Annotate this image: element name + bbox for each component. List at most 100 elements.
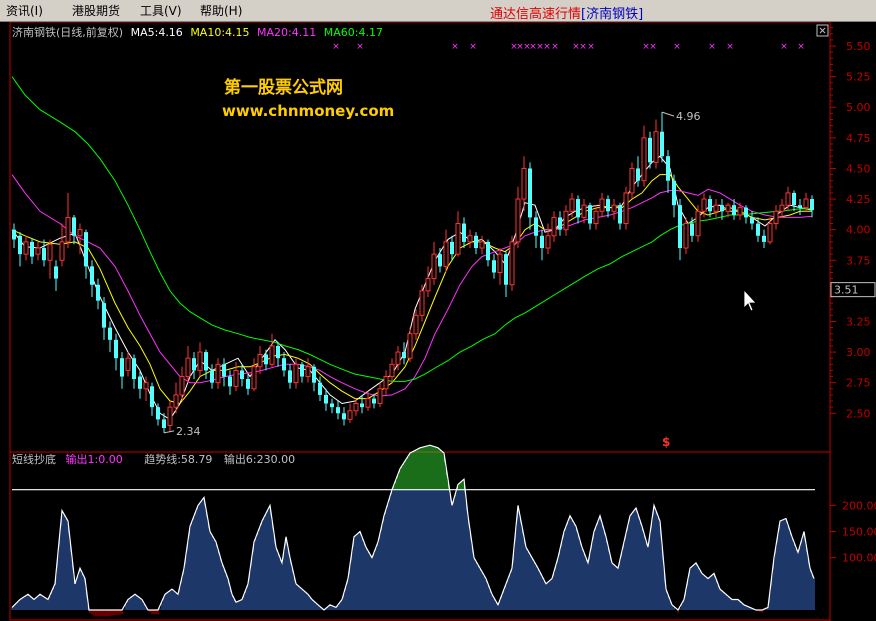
- candle: [65, 192, 71, 249]
- candle: [540, 229, 544, 261]
- candle: [120, 352, 124, 389]
- candle: [42, 239, 46, 267]
- candle: [402, 342, 406, 365]
- upper-price-axis: 2.502.753.003.253.503.754.004.254.504.75…: [830, 27, 871, 420]
- candle: [179, 366, 185, 402]
- x-signal-mark: ×: [451, 42, 459, 52]
- x-signal-mark: ×: [356, 42, 364, 52]
- candle: [257, 345, 263, 375]
- candle: [23, 235, 29, 261]
- brand-title: 通达信高速行情: [490, 7, 582, 22]
- candle: [798, 199, 802, 215]
- candle: [282, 352, 286, 377]
- candle: [167, 401, 173, 432]
- candle: [336, 401, 340, 420]
- price-tick-label: 4.00: [846, 224, 871, 237]
- candle: [197, 342, 203, 377]
- candle: [425, 266, 431, 297]
- chart-area[interactable]: 2.502.753.003.253.503.754.004.254.504.75…: [0, 22, 876, 621]
- x-signal-mark: ×: [708, 42, 716, 52]
- candle: [54, 260, 58, 291]
- candle: [599, 192, 605, 218]
- candle: [330, 398, 334, 414]
- value-tick-label: 200.00: [842, 499, 876, 512]
- candle: [810, 195, 814, 218]
- candle: [515, 186, 521, 249]
- x-signal-mark: ×: [332, 42, 340, 52]
- candle: [479, 235, 485, 255]
- candle: [641, 125, 647, 187]
- candle: [150, 382, 154, 416]
- close-icon[interactable]: [816, 24, 829, 37]
- candle: [305, 358, 311, 383]
- candle: [192, 352, 196, 379]
- menu-item-help[interactable]: 帮助(H): [200, 2, 242, 19]
- menu-item-info[interactable]: 资讯(I): [6, 2, 43, 19]
- candle: [558, 211, 562, 236]
- candle: [695, 205, 701, 242]
- app-brand: 通达信高速行情[济南钢铁]: [490, 3, 643, 22]
- x-signal-mark: ×: [543, 42, 551, 52]
- candle: [551, 211, 557, 242]
- low-price-label: 2.34: [176, 425, 201, 438]
- price-tick-label: 3.25: [846, 315, 871, 328]
- upper-plot-frame: [9, 22, 831, 453]
- candle: [90, 260, 94, 297]
- menu-item-tools[interactable]: 工具(V): [140, 2, 182, 19]
- candle: [474, 232, 478, 255]
- menu-item-hk-futures[interactable]: 港股期货: [72, 2, 120, 19]
- candle: [312, 364, 316, 392]
- x-signal-mark: ×: [469, 42, 477, 52]
- candle: [618, 202, 622, 230]
- candle: [767, 217, 773, 245]
- candle: [59, 223, 65, 267]
- candle: [114, 333, 118, 371]
- current-price-tag: 3.51: [830, 282, 876, 298]
- stock-name-label: 济南钢铁(日线,前复权): [12, 25, 123, 39]
- candle: [360, 394, 364, 414]
- candle: [497, 248, 503, 285]
- candle: [672, 174, 676, 218]
- candle: [240, 364, 244, 387]
- price-tick-label: 5.50: [846, 40, 871, 53]
- price-tick-label: 4.25: [846, 193, 871, 206]
- price-tick-label: 4.75: [846, 132, 871, 145]
- price-tick-label: 2.75: [846, 377, 871, 390]
- candle: [125, 352, 131, 377]
- price-tag-value: 3.51: [834, 284, 859, 297]
- candle: [210, 364, 214, 389]
- lower-value-axis: 100.00 150.00 200.00: [830, 499, 876, 565]
- candle: [30, 238, 34, 264]
- brand-stock: [济南钢铁]: [581, 7, 644, 22]
- candle: [678, 199, 682, 261]
- trend-value: 趋势线:58.79: [144, 452, 212, 466]
- output1-value: 输出1:0.00: [66, 452, 123, 466]
- candle: [342, 407, 346, 426]
- candle: [228, 370, 232, 395]
- candle: [713, 199, 719, 218]
- candle: [455, 211, 461, 257]
- ma20-value: MA20:4.11: [257, 26, 316, 39]
- candle: [347, 403, 353, 424]
- candle: [576, 195, 580, 224]
- price-tick-label: 5.25: [846, 71, 871, 84]
- ma60-value: MA60:4.17: [324, 26, 383, 39]
- x-signal-mark: ×: [797, 42, 805, 52]
- candle: [215, 358, 221, 389]
- x-signal-mark: ×: [780, 42, 788, 52]
- candle: [47, 239, 53, 279]
- price-tick-label: 3.00: [846, 346, 871, 359]
- candle: [413, 309, 419, 340]
- ma5-value: MA5:4.16: [131, 26, 183, 39]
- signal-marks: × × × × ×× ×× × × × × × × × × × × × × ×: [332, 42, 805, 52]
- value-tick-label: 100.00: [842, 552, 876, 565]
- candle: [773, 205, 779, 230]
- candle: [588, 202, 592, 230]
- candle: [18, 232, 22, 267]
- candle: [407, 327, 413, 362]
- candle: [666, 150, 670, 193]
- candle: [246, 374, 250, 395]
- candle: [102, 296, 106, 340]
- price-tick-label: 5.00: [846, 101, 871, 114]
- candle: [660, 112, 664, 163]
